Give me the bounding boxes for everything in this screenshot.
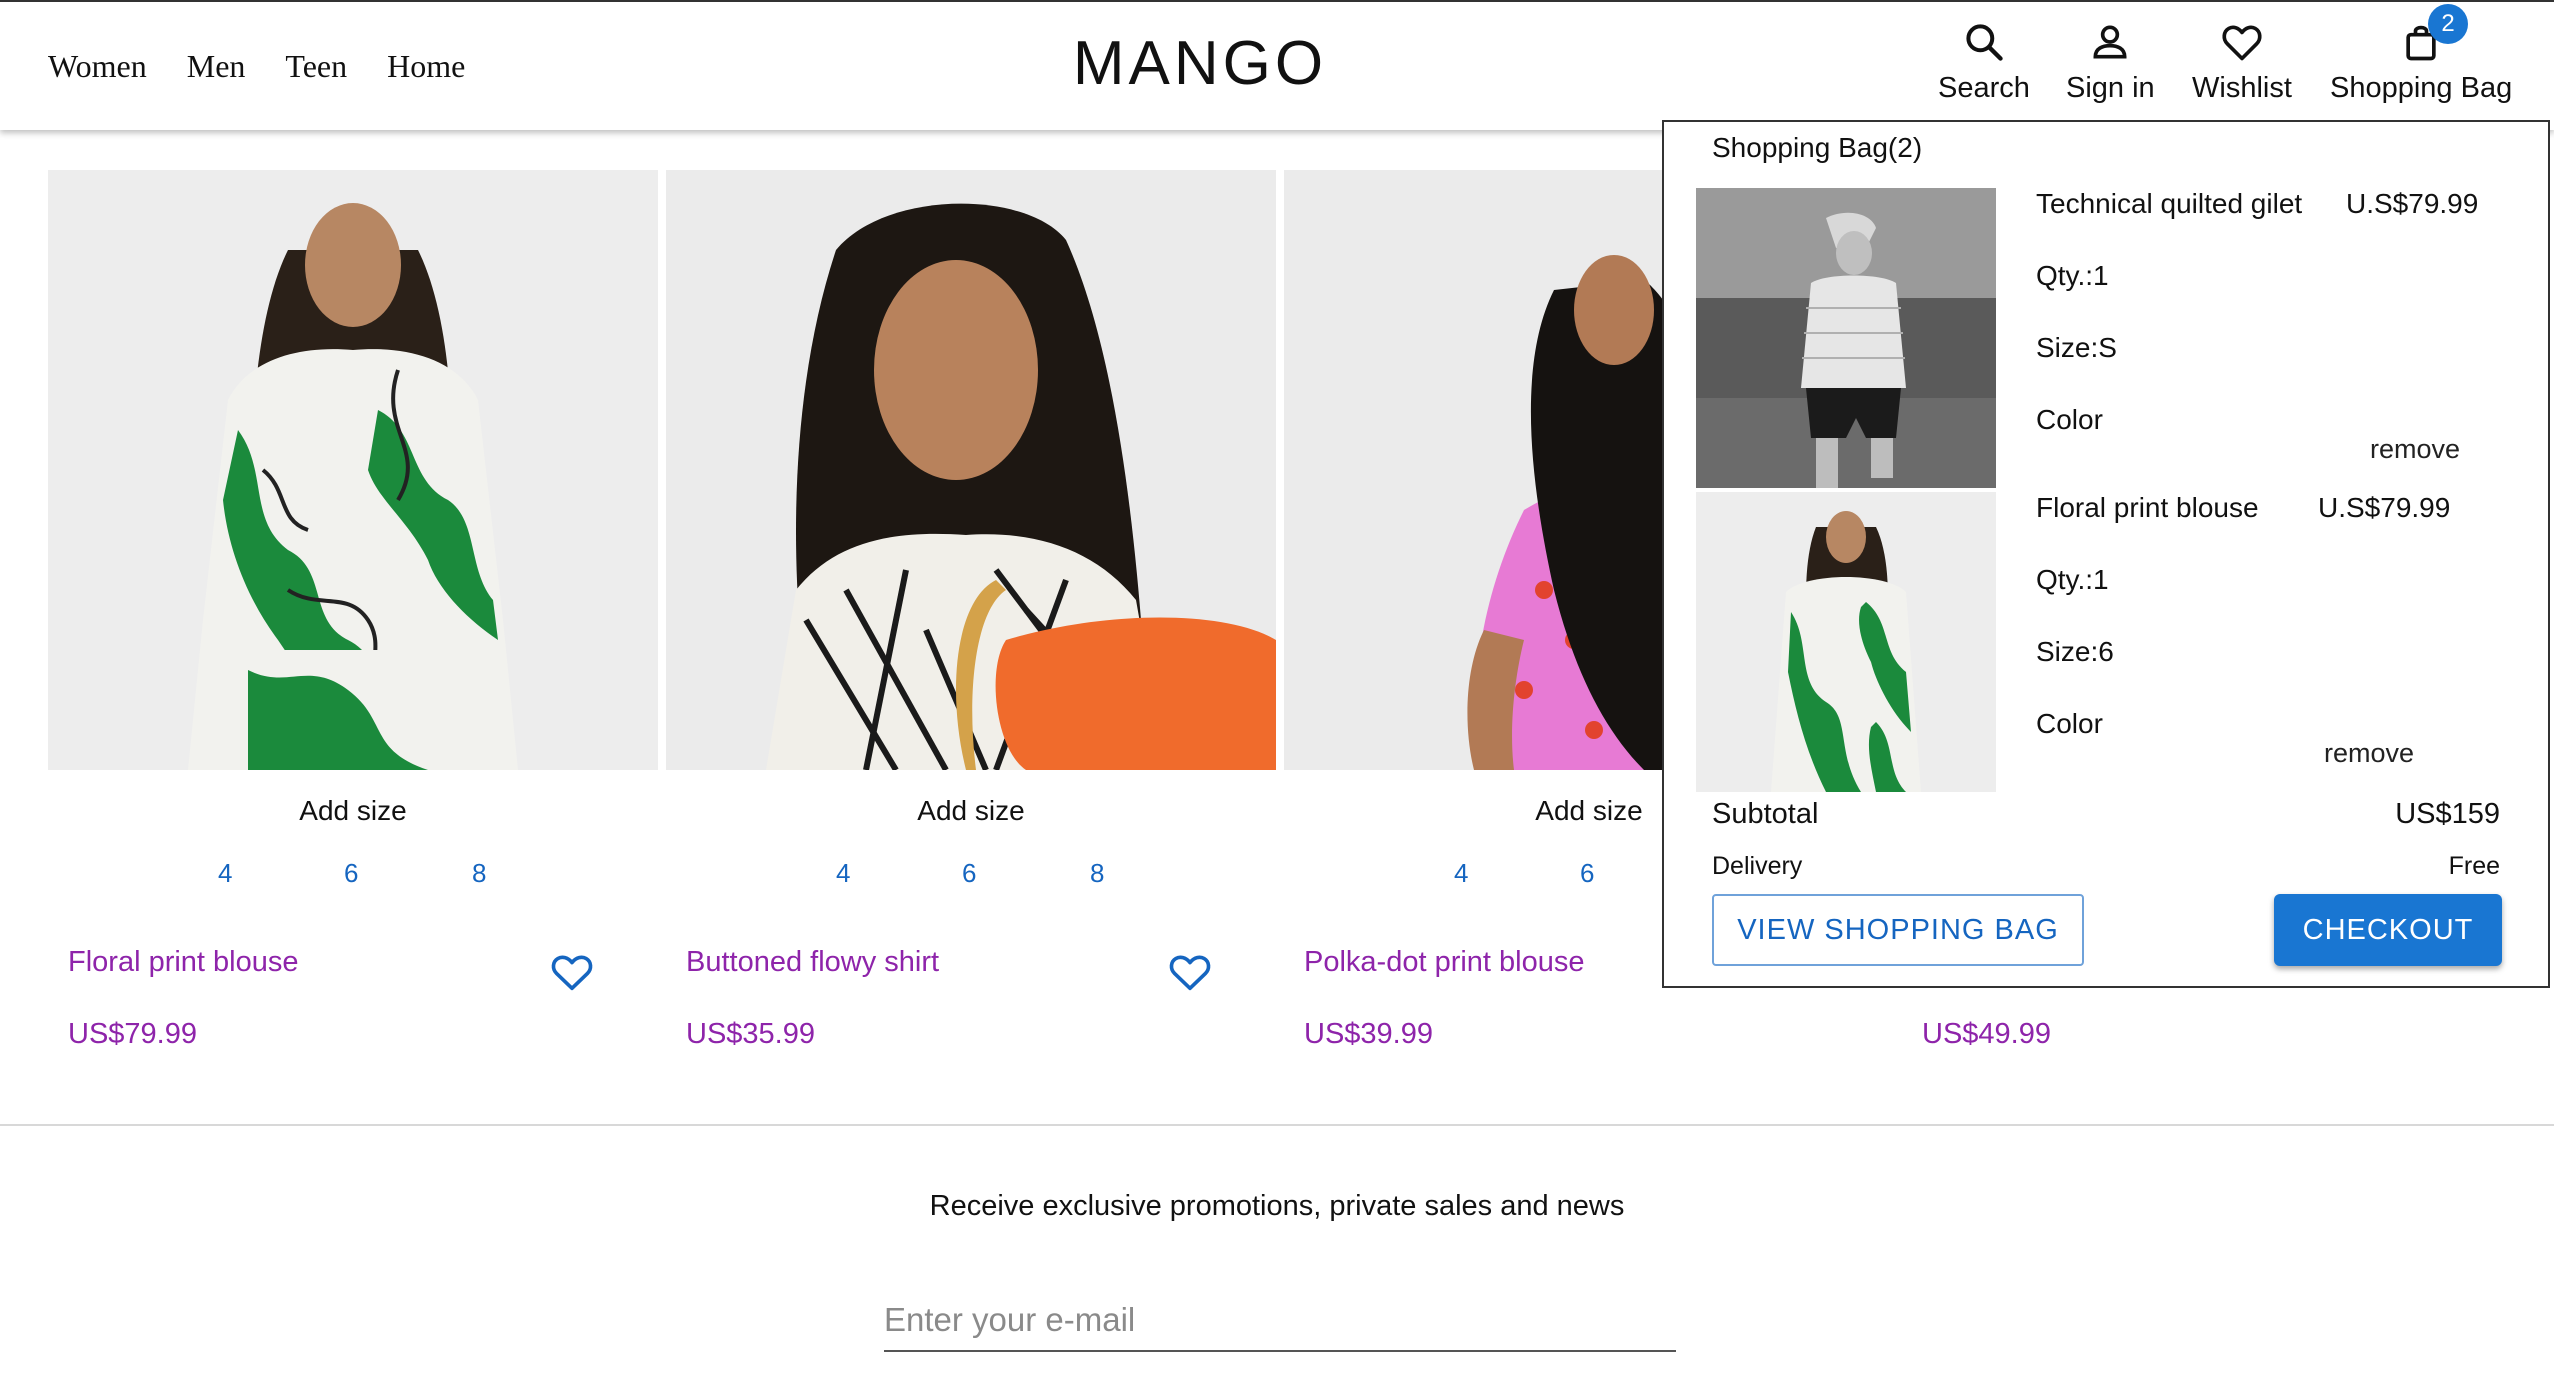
size-option-6[interactable]: 6 bbox=[344, 858, 358, 889]
main-nav: Women Men Teen Home bbox=[48, 48, 465, 85]
shopping-bag-button[interactable]: Shopping Bag bbox=[2330, 20, 2512, 105]
bag-item-photo-gilet bbox=[1696, 188, 1996, 488]
view-shopping-bag-button[interactable]: VIEW SHOPPING BAG bbox=[1712, 894, 2084, 966]
user-icon bbox=[2093, 25, 2127, 59]
remove-item-button[interactable]: remove bbox=[2324, 738, 2414, 769]
product-name[interactable]: Floral print blouse bbox=[68, 946, 299, 979]
mango-logo[interactable]: MANGO bbox=[1050, 32, 1350, 92]
bag-item-price: U.S$79.99 bbox=[2346, 188, 2479, 219]
logo-text: MANGO bbox=[1073, 32, 1327, 92]
heart-icon bbox=[2222, 25, 2262, 61]
sign-in-button[interactable]: Sign in bbox=[2066, 20, 2155, 105]
size-option-8[interactable]: 8 bbox=[472, 858, 486, 889]
section-divider bbox=[0, 1124, 2554, 1126]
bag-item-color: Color bbox=[2036, 708, 2103, 739]
search-label: Search bbox=[1938, 72, 2030, 104]
search-icon bbox=[1966, 24, 2003, 61]
add-size-label: Add size bbox=[299, 795, 407, 826]
wishlist-label: Wishlist bbox=[2192, 72, 2292, 104]
site-header: Women Men Teen Home MANGO Search Sign in… bbox=[0, 0, 2554, 130]
bag-item-size: Size:S bbox=[2036, 332, 2117, 363]
size-option-4[interactable]: 4 bbox=[1454, 858, 1468, 889]
email-input[interactable] bbox=[884, 1290, 1676, 1352]
newsletter-text: Receive exclusive promotions, private sa… bbox=[929, 1190, 1625, 1222]
product-card: Add size 4 6 8 Floral print blouse US$79… bbox=[48, 170, 658, 1070]
product-price: US$79.99 bbox=[68, 1018, 197, 1050]
bag-item-qty: Qty.:1 bbox=[2036, 260, 2109, 291]
wishlist-heart-icon[interactable] bbox=[550, 952, 594, 992]
size-option-6[interactable]: 6 bbox=[1580, 858, 1594, 889]
search-button[interactable]: Search bbox=[1938, 20, 2030, 105]
delivery-value: Free bbox=[2448, 852, 2500, 880]
product-photo-striped bbox=[666, 170, 1276, 770]
product-name[interactable]: Buttoned flowy shirt bbox=[686, 946, 939, 979]
nav-women[interactable]: Women bbox=[48, 48, 147, 85]
size-option-4[interactable]: 4 bbox=[836, 858, 850, 889]
nav-men[interactable]: Men bbox=[187, 48, 246, 85]
bag-item-color: Color bbox=[2036, 404, 2103, 435]
subtotal-label: Subtotal bbox=[1712, 798, 1819, 830]
bag-item-name[interactable]: Technical quilted gilet bbox=[2036, 188, 2302, 220]
bag-item-image[interactable] bbox=[1696, 188, 1996, 488]
wishlist-button[interactable]: Wishlist bbox=[2192, 20, 2292, 105]
product-card: Add size 4 6 8 Buttoned flowy shirt US$3… bbox=[666, 170, 1276, 1070]
size-option-4[interactable]: 4 bbox=[218, 858, 232, 889]
product-image[interactable] bbox=[666, 170, 1276, 770]
remove-item-button[interactable]: remove bbox=[2370, 434, 2460, 465]
product-photo-floral bbox=[48, 170, 658, 770]
sign-in-label: Sign in bbox=[2066, 72, 2155, 104]
wishlist-heart-icon[interactable] bbox=[1168, 952, 1212, 992]
product-price: US$35.99 bbox=[686, 1018, 815, 1050]
nav-teen[interactable]: Teen bbox=[285, 48, 347, 85]
product-name[interactable]: Polka-dot print blouse bbox=[1304, 946, 1585, 979]
bag-item-photo-blouse bbox=[1696, 492, 1996, 792]
size-option-8[interactable]: 8 bbox=[1090, 858, 1104, 889]
bag-item-image[interactable] bbox=[1696, 492, 1996, 792]
product-image[interactable] bbox=[48, 170, 658, 770]
size-option-6[interactable]: 6 bbox=[962, 858, 976, 889]
nav-home[interactable]: Home bbox=[387, 48, 465, 85]
bag-item-price: U.S$79.99 bbox=[2318, 492, 2451, 523]
bag-item: Floral print blouse U.S$79.99 Qty.:1 Siz… bbox=[1696, 492, 2526, 792]
shopping-bag-popup: Shopping Bag(2) Technical quilted gilet bbox=[1662, 120, 2550, 988]
shopping-bag-label: Shopping Bag bbox=[2330, 72, 2513, 104]
bag-item-qty: Qty.:1 bbox=[2036, 564, 2109, 595]
bag-item-size: Size:6 bbox=[2036, 636, 2114, 667]
bag-item: Technical quilted gilet U.S$79.99 Qty.:1… bbox=[1696, 188, 2526, 488]
bag-count-badge: 2 bbox=[2428, 4, 2468, 44]
bag-item-name[interactable]: Floral print blouse bbox=[2036, 492, 2259, 524]
checkout-button[interactable]: CHECKOUT bbox=[2274, 894, 2502, 966]
subtotal-value: US$159 bbox=[2395, 798, 2500, 830]
bag-title: Shopping Bag(2) bbox=[1712, 132, 1923, 163]
add-size-label: Add size bbox=[917, 795, 1025, 826]
product-price: US$49.99 bbox=[1922, 1018, 2051, 1050]
delivery-label: Delivery bbox=[1712, 852, 1803, 880]
product-price: US$39.99 bbox=[1304, 1018, 1433, 1050]
